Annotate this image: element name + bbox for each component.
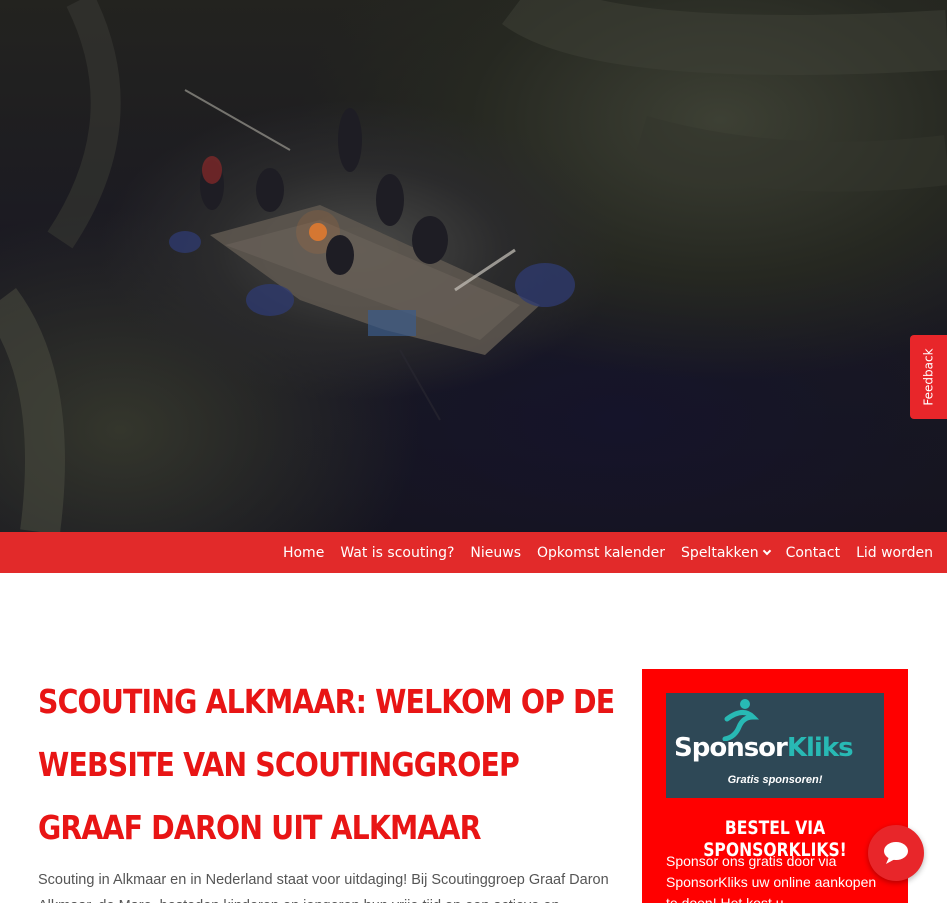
nav-item-nieuws[interactable]: Nieuws bbox=[470, 545, 521, 561]
nav-item-opkomst-kalender[interactable]: Opkomst kalender bbox=[537, 545, 665, 561]
nav-item-lid-worden[interactable]: Lid worden bbox=[856, 545, 933, 561]
intro-paragraph: Scouting in Alkmaar en in Nederland staa… bbox=[38, 872, 609, 903]
nav-item-label: Lid worden bbox=[856, 544, 933, 561]
sponsorkliks-tagline: Gratis sponsoren! bbox=[727, 774, 823, 786]
nav-item-contact[interactable]: Contact bbox=[786, 545, 840, 561]
nav-item-label: Nieuws bbox=[470, 544, 522, 561]
nav-menu: Home Wat is scouting? Nieuws Opkomst kal… bbox=[267, 532, 933, 573]
nav-item-speltakken[interactable]: Speltakken bbox=[681, 544, 771, 561]
hero-image bbox=[0, 0, 947, 532]
sponsorkliks-brand: SponsorKliks bbox=[674, 733, 854, 763]
main-navigation: Home Wat is scouting? Nieuws Opkomst kal… bbox=[0, 532, 947, 573]
chat-bubble-icon bbox=[884, 842, 908, 864]
main-content: Scouting Alkmaar: welkom op de website v… bbox=[38, 670, 623, 903]
sponsorkliks-logo[interactable]: SponsorKliks Gratis sponsoren! bbox=[666, 693, 884, 798]
nav-item-label: Wat is scouting? bbox=[340, 544, 455, 561]
brand-part-kliks: Kliks bbox=[786, 733, 854, 763]
widget-text: Sponsor ons gratis door via SponsorKliks… bbox=[666, 853, 877, 903]
sponsor-widget: SponsorKliks Gratis sponsoren! Bestel vi… bbox=[642, 669, 908, 903]
page-title: Scouting Alkmaar: welkom op de website v… bbox=[38, 682, 615, 847]
brand-part-sponsor: Sponsor bbox=[674, 733, 788, 763]
chevron-down-icon bbox=[762, 546, 771, 556]
nav-item-home[interactable]: Home bbox=[283, 545, 324, 561]
nav-item-label: Speltakken bbox=[681, 544, 759, 561]
nav-item-label: Opkomst kalender bbox=[537, 544, 666, 561]
nav-item-label: Home bbox=[282, 544, 325, 561]
feedback-label: Feedback bbox=[921, 348, 936, 406]
hero-illustration bbox=[0, 0, 947, 532]
nav-item-wat-is-scouting[interactable]: Wat is scouting? bbox=[340, 545, 454, 561]
nav-item-label: Contact bbox=[785, 544, 841, 561]
chat-button[interactable] bbox=[868, 825, 924, 881]
feedback-tab[interactable]: Feedback bbox=[910, 335, 947, 419]
